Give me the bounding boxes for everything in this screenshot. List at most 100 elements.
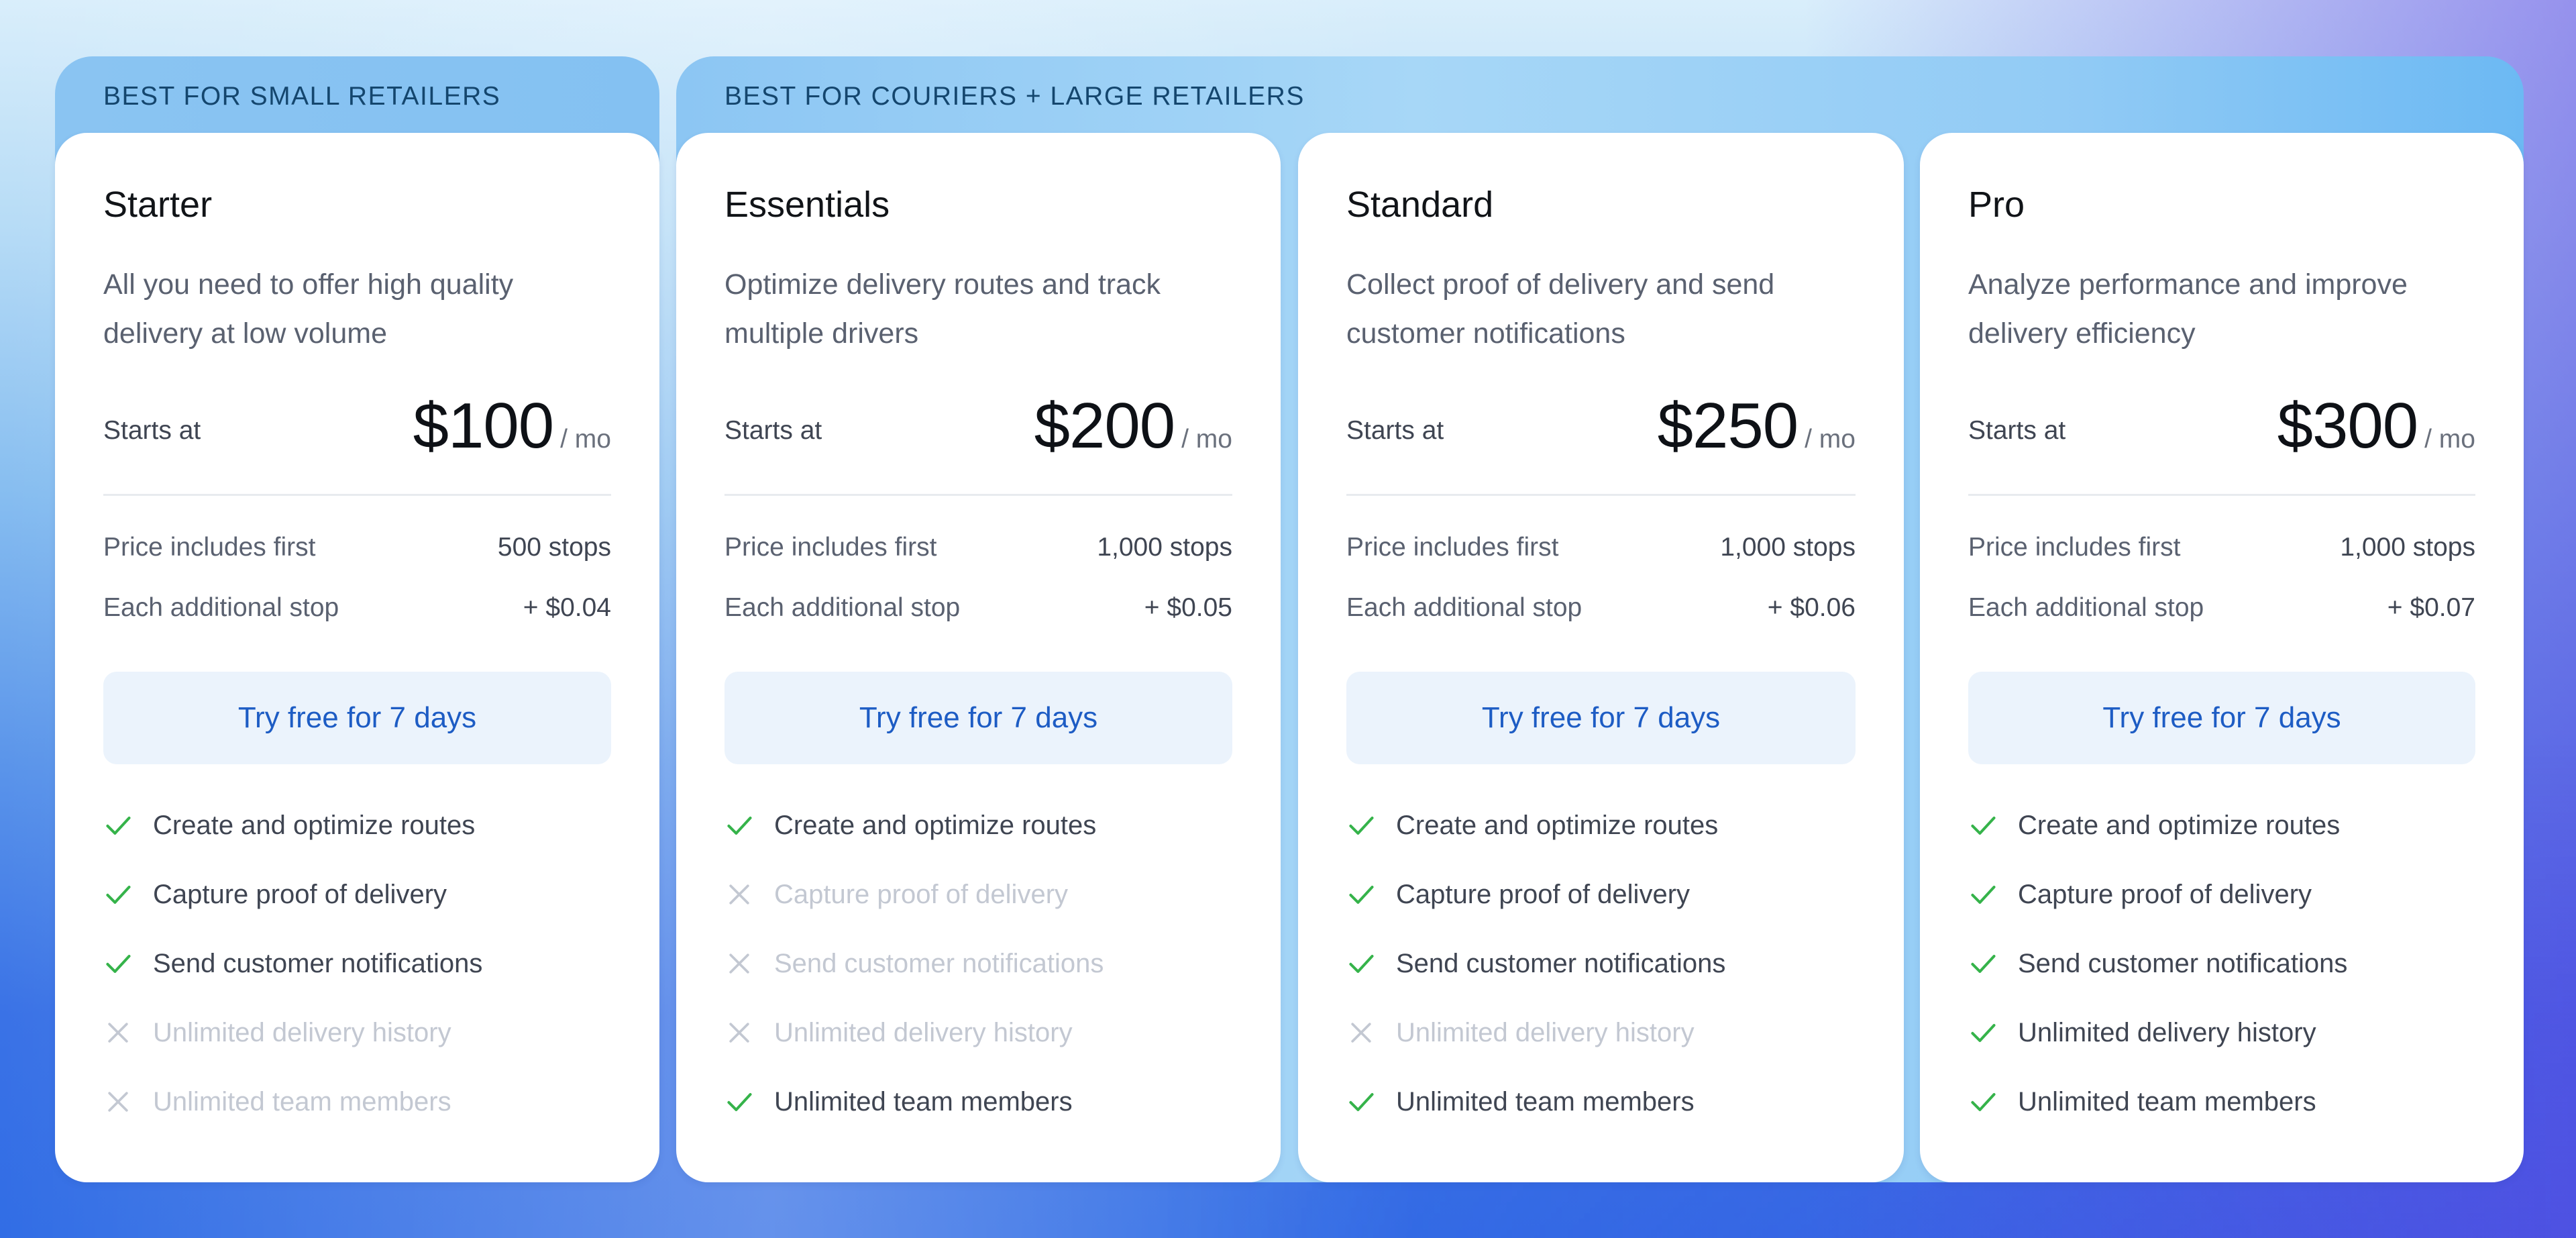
price-value: $300: [2277, 390, 2419, 462]
feature-item-included: Unlimited team members: [1346, 1087, 1856, 1156]
check-icon: [103, 949, 140, 978]
feature-label: Unlimited team members: [774, 1087, 1073, 1117]
additional-stop-row: Each additional stop + $0.05: [724, 593, 1232, 623]
included-stops-value: 1,000 stops: [2340, 533, 2475, 562]
feature-label: Send customer notifications: [2018, 949, 2348, 978]
feature-label: Send customer notifications: [774, 949, 1104, 978]
feature-label: Capture proof of delivery: [153, 880, 447, 909]
price-value: $250: [1657, 390, 1799, 462]
feature-item-excluded: Capture proof of delivery: [724, 880, 1232, 949]
feature-item-included: Create and optimize routes: [1346, 811, 1856, 880]
feature-list: Create and optimize routes Capture proof…: [724, 811, 1232, 1156]
feature-label: Unlimited delivery history: [153, 1018, 451, 1047]
price-row: Starts at $200 / mo: [724, 389, 1232, 463]
additional-stop-row: Each additional stop + $0.04: [103, 593, 611, 623]
price-period: / mo: [560, 425, 611, 454]
x-icon: [1346, 1018, 1383, 1047]
feature-label: Unlimited team members: [153, 1087, 451, 1117]
price-period: / mo: [1181, 425, 1232, 454]
starts-at-label: Starts at: [1968, 416, 2066, 445]
group-label: BEST FOR COURIERS + LARGE RETAILERS: [724, 82, 1305, 111]
feature-item-excluded: Unlimited delivery history: [1346, 1018, 1856, 1087]
feature-item-included: Unlimited team members: [1968, 1087, 2475, 1156]
starts-at-label: Starts at: [724, 416, 822, 445]
price-block: $100 / mo: [413, 389, 611, 463]
feature-label: Create and optimize routes: [774, 811, 1097, 840]
check-icon: [1968, 949, 2004, 978]
feature-item-included: Capture proof of delivery: [1968, 880, 2475, 949]
try-free-button[interactable]: Try free for 7 days: [103, 672, 611, 764]
feature-label: Create and optimize routes: [1396, 811, 1719, 840]
additional-stop-label: Each additional stop: [724, 593, 961, 622]
x-icon: [724, 1018, 761, 1047]
divider: [724, 494, 1232, 496]
feature-item-included: Send customer notifications: [1346, 949, 1856, 1018]
feature-item-included: Send customer notifications: [103, 949, 611, 1018]
feature-label: Create and optimize routes: [153, 811, 476, 840]
additional-stop-value: + $0.07: [2387, 593, 2475, 622]
plan-card-essentials: Essentials Optimize delivery routes and …: [676, 133, 1281, 1182]
feature-item-included: Create and optimize routes: [1968, 811, 2475, 880]
try-free-button[interactable]: Try free for 7 days: [1968, 672, 2475, 764]
price-period: / mo: [1805, 425, 1856, 454]
check-icon: [1346, 880, 1383, 909]
included-stops-value: 500 stops: [497, 533, 611, 562]
plan-name: Starter: [103, 185, 213, 225]
check-icon: [1346, 811, 1383, 840]
plan-description: Collect proof of delivery and send custo…: [1346, 268, 1775, 350]
check-icon: [724, 811, 761, 840]
plan-description: Optimize delivery routes and track multi…: [724, 268, 1161, 350]
plan-description: All you need to offer high quality deliv…: [103, 268, 514, 350]
feature-item-excluded: Send customer notifications: [724, 949, 1232, 1018]
price-block: $300 / mo: [2277, 389, 2475, 463]
additional-stop-label: Each additional stop: [1968, 593, 2204, 622]
feature-label: Send customer notifications: [153, 949, 483, 978]
x-icon: [724, 880, 761, 909]
additional-stop-label: Each additional stop: [1346, 593, 1582, 622]
feature-label: Unlimited delivery history: [1396, 1018, 1695, 1047]
starts-at-label: Starts at: [1346, 416, 1444, 445]
additional-stop-value: + $0.06: [1767, 593, 1856, 622]
check-icon: [1346, 1087, 1383, 1117]
starts-at-label: Starts at: [103, 416, 201, 445]
price-value: $100: [413, 390, 555, 462]
group-label: BEST FOR SMALL RETAILERS: [103, 82, 501, 111]
check-icon: [1968, 1087, 2004, 1117]
check-icon: [1968, 880, 2004, 909]
try-free-button[interactable]: Try free for 7 days: [1346, 672, 1856, 764]
plan-name: Essentials: [724, 185, 890, 225]
included-stops-row: Price includes first 1,000 stops: [724, 533, 1232, 562]
price-row: Starts at $300 / mo: [1968, 389, 2475, 463]
plan-description: Analyze performance and improve delivery…: [1968, 268, 2408, 350]
additional-stop-label: Each additional stop: [103, 593, 339, 622]
plan-name: Pro: [1968, 185, 2025, 225]
divider: [1968, 494, 2475, 496]
feature-label: Unlimited delivery history: [774, 1018, 1073, 1047]
divider: [103, 494, 611, 496]
check-icon: [1968, 1018, 2004, 1047]
check-icon: [1968, 811, 2004, 840]
price-period: / mo: [2424, 425, 2475, 454]
feature-label: Unlimited team members: [1396, 1087, 1695, 1117]
feature-item-included: Capture proof of delivery: [1346, 880, 1856, 949]
feature-list: Create and optimize routes Capture proof…: [1346, 811, 1856, 1156]
feature-item-included: Send customer notifications: [1968, 949, 2475, 1018]
plan-card-pro: Pro Analyze performance and improve deli…: [1920, 133, 2524, 1182]
feature-label: Capture proof of delivery: [2018, 880, 2312, 909]
x-icon: [724, 949, 761, 978]
x-icon: [103, 1087, 140, 1117]
included-stops-row: Price includes first 1,000 stops: [1346, 533, 1856, 562]
additional-stop-row: Each additional stop + $0.07: [1968, 593, 2475, 623]
feature-item-excluded: Unlimited delivery history: [103, 1018, 611, 1087]
feature-label: Capture proof of delivery: [774, 880, 1069, 909]
feature-item-included: Create and optimize routes: [103, 811, 611, 880]
additional-stop-row: Each additional stop + $0.06: [1346, 593, 1856, 623]
feature-item-excluded: Unlimited team members: [103, 1087, 611, 1156]
feature-label: Capture proof of delivery: [1396, 880, 1690, 909]
check-icon: [724, 1087, 761, 1117]
included-stops-label: Price includes first: [1968, 533, 2181, 562]
try-free-button[interactable]: Try free for 7 days: [724, 672, 1232, 764]
price-row: Starts at $100 / mo: [103, 389, 611, 463]
feature-item-excluded: Unlimited delivery history: [724, 1018, 1232, 1087]
feature-item-included: Create and optimize routes: [724, 811, 1232, 880]
